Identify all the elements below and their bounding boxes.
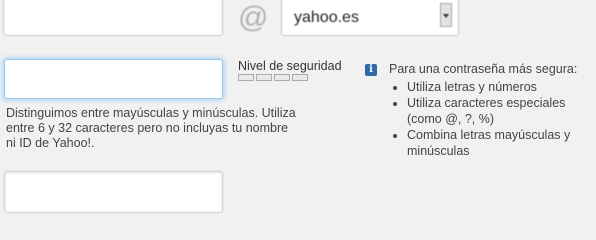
- tips-title: Para una contraseña más segura:: [389, 62, 578, 76]
- password-field[interactable]: [4, 59, 223, 99]
- info-icon: i: [365, 64, 377, 76]
- strength-label: Nivel de seguridad: [238, 59, 342, 73]
- strength-segment: [256, 74, 272, 81]
- strength-meter: [238, 74, 308, 81]
- strength-segment: [238, 74, 254, 81]
- strength-segment: [292, 74, 308, 81]
- tip-item: Utiliza letras y números: [407, 79, 589, 95]
- username-field[interactable]: [3, 0, 223, 36]
- tip-item: Utiliza caracteres especiales (como @, ?…: [407, 95, 589, 127]
- domain-select[interactable]: yahoo.es: [281, 0, 459, 36]
- password-hint: Distinguimos entre mayúsculas y minúscul…: [6, 106, 296, 150]
- confirm-password-field[interactable]: [4, 171, 223, 213]
- tip-item: Combina letras mayúsculas y minúsculas: [407, 127, 589, 159]
- chevron-down-icon[interactable]: [440, 3, 452, 27]
- domain-select-value: yahoo.es: [294, 9, 359, 26]
- strength-segment: [274, 74, 290, 81]
- password-tips: Para una contraseña más segura: Utiliza …: [389, 62, 589, 159]
- tips-list: Utiliza letras y números Utiliza caracte…: [389, 79, 589, 159]
- at-symbol: @: [238, 1, 269, 34]
